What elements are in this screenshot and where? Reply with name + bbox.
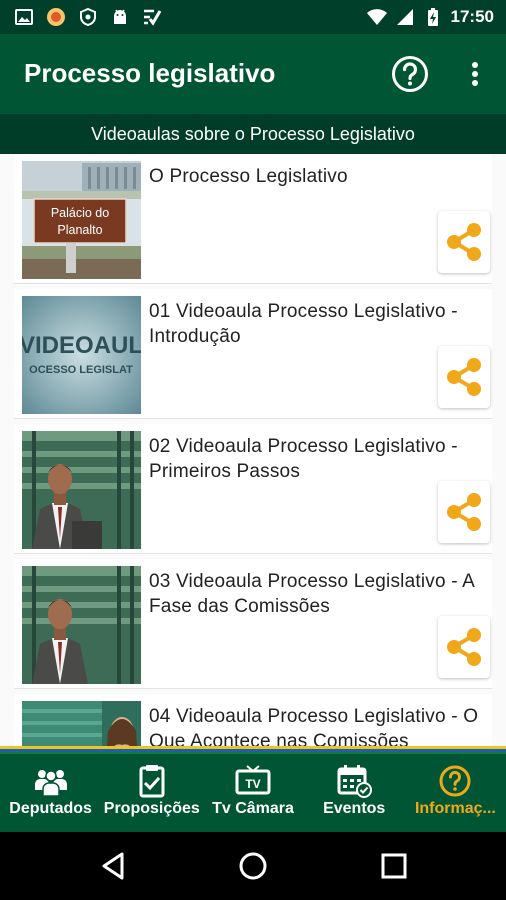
video-title[interactable]: O Processo Legislativo <box>149 164 489 189</box>
nav-label: Eventos <box>323 800 386 817</box>
overflow-menu-button[interactable] <box>462 54 488 94</box>
check-app-icon <box>142 7 162 27</box>
clock: 17:50 <box>450 7 494 26</box>
video-thumbnail[interactable] <box>22 701 141 746</box>
recents-button[interactable] <box>378 850 410 882</box>
recents-icon <box>381 853 407 879</box>
video-card[interactable]: 03 Videoaula Processo Legislativo - A Fa… <box>14 559 492 689</box>
nav-item-eventos[interactable]: Eventos <box>304 754 405 832</box>
back-icon <box>102 852 124 880</box>
android-icon <box>110 7 130 27</box>
system-navigation-bar <box>0 832 506 900</box>
share-icon <box>447 358 481 396</box>
share-icon <box>447 628 481 666</box>
clipboard-check-icon <box>134 764 170 798</box>
bottom-navigation: Deputados Proposições TV Tv Câmara Event… <box>0 754 506 832</box>
video-card[interactable]: 02 Videoaula Processo Legislativo - Prim… <box>14 424 492 554</box>
thumb-caption-line1: VIDEOAUL <box>22 332 141 359</box>
nav-label: Proposições <box>103 800 200 817</box>
share-button[interactable] <box>438 616 490 678</box>
home-icon <box>239 852 267 880</box>
nav-item-proposicoes[interactable]: Proposições <box>101 754 202 832</box>
share-button[interactable] <box>438 346 490 408</box>
nav-item-deputados[interactable]: Deputados <box>0 754 101 832</box>
svg-text:TV: TV <box>245 777 260 791</box>
brand-stripe <box>0 746 506 754</box>
video-title[interactable]: 02 Videoaula Processo Legislativo - Prim… <box>149 434 489 484</box>
image-icon <box>14 7 34 27</box>
help-button[interactable] <box>390 54 430 94</box>
app-bar: Processo legislativo <box>0 34 506 114</box>
thumb-caption-line1: Palácio do <box>51 206 109 220</box>
share-button[interactable] <box>438 211 490 273</box>
signal-icon <box>395 7 415 27</box>
help-circle-icon <box>392 56 428 92</box>
share-button[interactable] <box>438 481 490 543</box>
nav-item-tv-camara[interactable]: TV Tv Câmara <box>202 754 303 832</box>
shield-icon <box>78 7 98 27</box>
notification-badge-icon <box>46 7 66 27</box>
thumb-caption-line2: OCESSO LEGISLAT <box>29 364 133 376</box>
video-thumbnail[interactable] <box>22 431 141 549</box>
notification-icons <box>14 6 162 28</box>
wifi-icon <box>366 7 387 27</box>
video-list[interactable]: Palácio do Planalto O Processo Legislati… <box>0 154 506 746</box>
video-card[interactable]: 04 Videoaula Processo Legislativo - O Qu… <box>14 694 492 746</box>
video-thumbnail[interactable]: VIDEOAUL OCESSO LEGISLAT <box>22 296 141 414</box>
video-thumbnail[interactable]: Palácio do Planalto <box>22 161 141 279</box>
system-status: 17:50 <box>366 6 494 28</box>
help-circle-icon <box>437 764 473 798</box>
share-icon <box>447 223 481 261</box>
nav-label: Tv Câmara <box>212 800 294 817</box>
video-thumbnail[interactable] <box>22 566 141 684</box>
deputies-icon <box>33 764 69 798</box>
overflow-menu-icon <box>472 62 478 86</box>
thumb-caption-line2: Planalto <box>57 223 102 237</box>
nav-label: Deputados <box>9 800 92 817</box>
video-card[interactable]: Palácio do Planalto O Processo Legislati… <box>14 154 492 284</box>
battery-charging-icon <box>423 7 443 27</box>
video-title[interactable]: 01 Videoaula Processo Legislativo - Intr… <box>149 299 489 349</box>
home-button[interactable] <box>237 850 269 882</box>
share-icon <box>447 493 481 531</box>
video-title[interactable]: 03 Videoaula Processo Legislativo - A Fa… <box>149 569 489 619</box>
back-button[interactable] <box>98 850 130 882</box>
nav-label: Informaç... <box>414 800 496 817</box>
calendar-check-icon <box>336 764 373 798</box>
nav-item-informacoes[interactable]: Informaç... <box>405 754 506 832</box>
page-title: Processo legislativo <box>24 58 276 88</box>
section-header: Videoaulas sobre o Processo Legislativo <box>0 114 506 154</box>
tv-icon: TV <box>235 764 271 798</box>
status-bar: 17:50 <box>0 0 506 34</box>
video-card[interactable]: VIDEOAUL OCESSO LEGISLAT 01 Videoaula Pr… <box>14 289 492 419</box>
video-title[interactable]: 04 Videoaula Processo Legislativo - O Qu… <box>149 704 489 746</box>
